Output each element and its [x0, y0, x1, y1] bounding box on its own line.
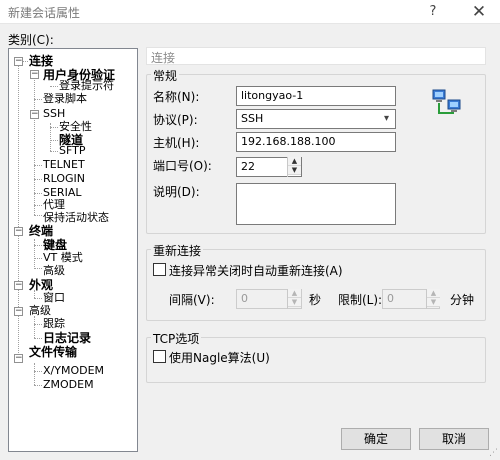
general-group-title: 常规 — [151, 67, 180, 84]
section-header: 连接 — [146, 47, 486, 65]
tree-item-file-transfer[interactable]: 文件传输 — [29, 345, 77, 359]
window-title: 新建会话属性 — [8, 6, 81, 20]
close-button[interactable]: ✕ — [468, 1, 490, 23]
nagle-label[interactable]: 使用Nagle算法(U) — [169, 349, 270, 366]
tree-item-proxy[interactable]: 代理 — [43, 198, 65, 212]
name-field[interactable]: litongyao-1 — [236, 86, 396, 106]
spin-down-icon[interactable]: ▼ — [427, 298, 440, 307]
tree-item-trace[interactable]: 跟踪 — [43, 317, 65, 331]
tree-item-log[interactable]: 日志记录 — [43, 331, 91, 345]
port-value: 22 — [241, 160, 255, 173]
limit-spinner[interactable]: ▲ ▼ — [426, 289, 440, 309]
help-button[interactable]: ? — [423, 2, 443, 22]
interval-spinner[interactable]: ▲ ▼ — [287, 289, 301, 309]
title-bar: 新建会话属性 ? ✕ — [0, 0, 500, 24]
host-label: 主机(H): — [153, 136, 200, 150]
tree-item-login-script[interactable]: 登录脚本 — [43, 92, 87, 106]
limit-label: 限制(L): — [338, 293, 383, 307]
tree-item-zmodem[interactable]: ZMODEM — [43, 378, 94, 392]
tree-item-terminal[interactable]: 终端 — [29, 224, 53, 238]
cancel-button[interactable]: 取消 — [419, 428, 489, 450]
collapse-icon[interactable]: − — [14, 227, 23, 236]
nagle-checkbox[interactable] — [153, 350, 166, 363]
tree-item-sftp[interactable]: SFTP — [59, 144, 85, 158]
interval-value: 0 — [241, 292, 248, 305]
resize-grip-icon[interactable]: ⋰ — [489, 448, 498, 458]
spin-down-icon[interactable]: ▼ — [288, 166, 301, 175]
interval-label: 间隔(V): — [169, 293, 215, 307]
protocol-select[interactable]: SSH ▾ — [236, 109, 396, 129]
auto-reconnect-checkbox[interactable] — [153, 263, 166, 276]
spin-up-icon[interactable]: ▲ — [288, 157, 301, 166]
tree-item-terminal-advanced[interactable]: 高级 — [43, 264, 65, 278]
description-field[interactable] — [236, 183, 396, 225]
tree-item-security[interactable]: 安全性 — [59, 120, 92, 134]
protocol-label: 协议(P): — [153, 113, 198, 127]
reconnect-group: 重新连接 — [146, 242, 486, 321]
limit-value: 0 — [387, 292, 394, 305]
tree-item-advanced[interactable]: 高级 — [29, 304, 51, 318]
tree-line — [34, 75, 35, 215]
reconnect-group-title: 重新连接 — [151, 242, 204, 259]
collapse-icon[interactable]: − — [30, 110, 39, 119]
tree-item-keyboard[interactable]: 键盘 — [43, 238, 67, 252]
port-label: 端口号(O): — [153, 159, 212, 173]
tree-item-connection[interactable]: 连接 — [29, 54, 53, 68]
tree-item-keepalive[interactable]: 保持活动状态 — [43, 211, 109, 225]
tree-line — [34, 239, 35, 267]
collapse-icon[interactable]: − — [14, 57, 23, 66]
tree-item-login-prompts[interactable]: 登录提示符 — [59, 79, 114, 93]
description-label: 说明(D): — [153, 185, 200, 199]
ok-button[interactable]: 确定 — [341, 428, 411, 450]
chevron-down-icon[interactable]: ▾ — [384, 112, 389, 126]
seconds-unit: 秒 — [309, 293, 322, 307]
tree-item-vt-mode[interactable]: VT 模式 — [43, 251, 83, 265]
collapse-icon[interactable]: − — [14, 281, 23, 290]
tree-item-ssh[interactable]: SSH — [43, 107, 65, 121]
tree-line — [34, 363, 35, 385]
tree-item-telnet[interactable]: TELNET — [43, 158, 85, 172]
category-tree[interactable]: − 连接 − 用户身份验证 登录提示符 登录脚本 − SSH 安全性 隧道 SF… — [8, 48, 138, 452]
tree-item-xymodem[interactable]: X/YMODEM — [43, 364, 104, 378]
spin-up-icon[interactable]: ▲ — [288, 289, 301, 298]
name-label: 名称(N): — [153, 90, 200, 104]
collapse-icon[interactable]: − — [14, 307, 23, 316]
spin-up-icon[interactable]: ▲ — [427, 289, 440, 298]
collapse-icon[interactable]: − — [14, 354, 23, 363]
collapse-icon[interactable]: − — [30, 70, 39, 79]
tree-item-appearance[interactable]: 外观 — [29, 278, 53, 292]
auto-reconnect-label[interactable]: 连接异常关闭时自动重新连接(A) — [169, 262, 343, 279]
minutes-unit: 分钟 — [450, 293, 475, 307]
category-label: 类别(C): — [8, 33, 54, 47]
tree-line — [34, 316, 35, 338]
tcp-group-title: TCP选项 — [151, 330, 202, 347]
protocol-select-value: SSH — [241, 112, 264, 125]
tree-item-window[interactable]: 窗口 — [43, 291, 65, 305]
tree-item-rlogin[interactable]: RLOGIN — [43, 172, 85, 186]
spin-down-icon[interactable]: ▼ — [288, 298, 301, 307]
port-spinner[interactable]: ▲ ▼ — [287, 157, 301, 177]
host-field[interactable]: 192.168.188.100 — [236, 132, 396, 152]
section-title: 连接 — [151, 51, 176, 65]
network-computers-icon — [432, 89, 461, 114]
